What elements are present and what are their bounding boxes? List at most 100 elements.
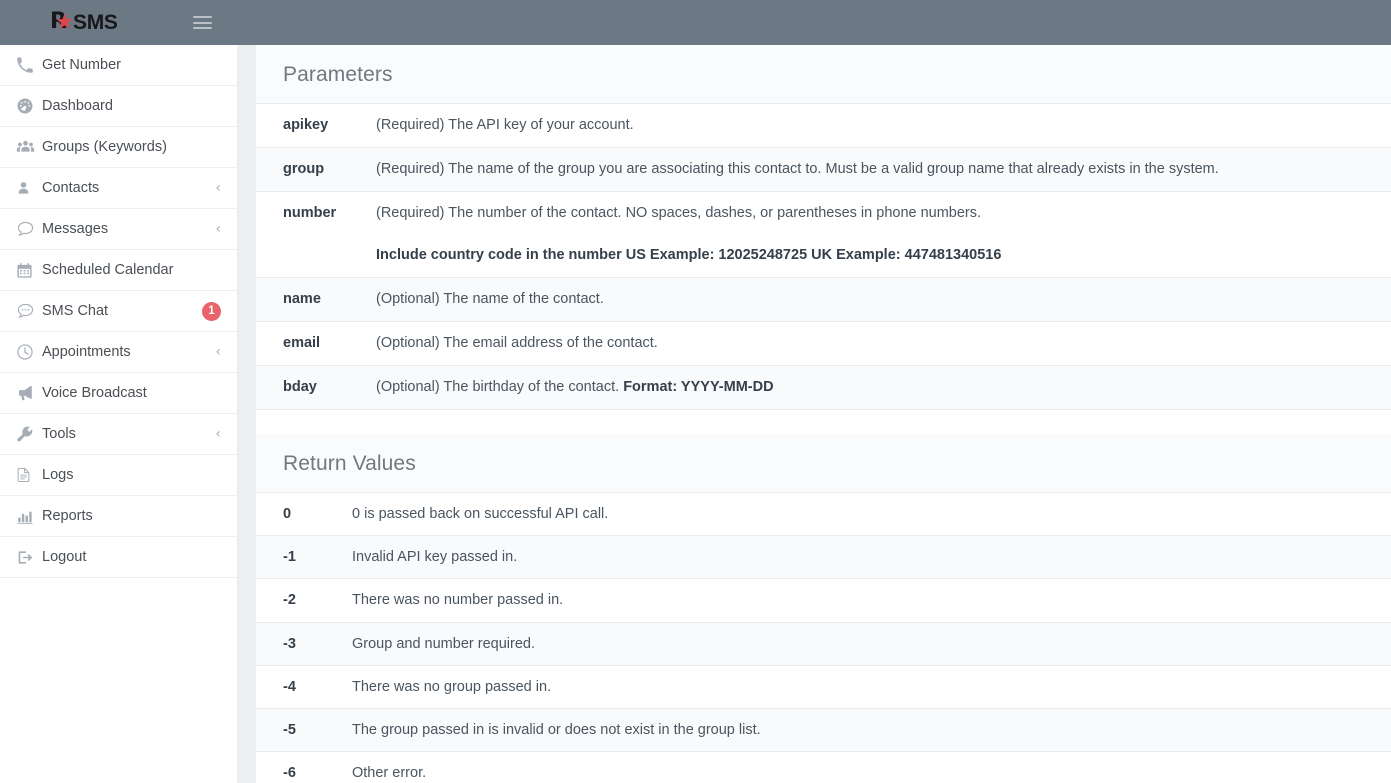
main-column: Parameters apikey (Required) The API key …: [237, 0, 1391, 783]
logout-icon: [16, 549, 42, 566]
menu-toggle-icon[interactable]: [193, 14, 212, 31]
return-value-description: There was no group passed in.: [352, 678, 552, 695]
sidebar-item-badge: 1: [202, 301, 221, 321]
return-value-code: -5: [283, 722, 296, 739]
return-value-code: -1: [283, 548, 296, 565]
return-value-description: The group passed in is invalid or does n…: [352, 722, 761, 739]
sidebar-item-label: Get Number: [42, 57, 121, 73]
sidebar-item-tools[interactable]: Tools ‹: [0, 414, 237, 455]
gauge-icon: [16, 97, 42, 115]
chevron-left-icon[interactable]: ‹: [215, 222, 221, 236]
parameter-row: email (Optional) The email address of the…: [256, 321, 1391, 366]
sidebar-item-messages[interactable]: Messages ‹: [0, 209, 237, 250]
sidebar: R ★ SMS Get Number Dashboard Groups (Keywo…: [0, 0, 237, 783]
users-icon: [16, 138, 42, 156]
sidebar-item-label: Contacts: [42, 180, 100, 196]
sidebar-item-label: Logout: [42, 549, 87, 565]
hamburger-line: [193, 16, 212, 18]
parameter-description-text: (Required) The number of the contact. NO…: [376, 205, 982, 222]
parameter-name: group: [283, 161, 325, 178]
sidebar-item-label: Tools: [42, 426, 76, 442]
sidebar-item-label: Reports: [42, 508, 93, 524]
return-value-code: 0: [283, 505, 292, 522]
return-value-code: -4: [283, 678, 296, 695]
sidebar-item-label: SMS Chat: [42, 303, 109, 319]
return-value-row: -1 Invalid API key passed in.: [256, 535, 1391, 579]
return-value-row: -4 There was no group passed in.: [256, 665, 1391, 709]
parameter-description: (Optional) The birthday of the contact. …: [376, 366, 1391, 410]
sidebar-item-logout[interactable]: Logout: [0, 537, 237, 578]
phone-icon: [16, 56, 42, 74]
chat-dots-icon: [16, 302, 42, 320]
sidebar-item-reports[interactable]: Reports: [0, 496, 237, 537]
sidebar-brand-bar: R ★ SMS: [0, 0, 237, 45]
return-value-row: -3 Group and number required.: [256, 622, 1391, 666]
parameter-name: email: [283, 335, 321, 352]
parameters-heading: Parameters: [256, 45, 1391, 103]
parameters-table: apikey (Required) The API key of your acc…: [256, 103, 1391, 434]
app-root: R ★ SMS Get Number Dashboard Groups (Keywo…: [0, 0, 1391, 783]
content-area: Parameters apikey (Required) The API key …: [237, 45, 1391, 783]
parameter-description: (Optional) The email address of the cont…: [376, 322, 1391, 366]
app-logo[interactable]: R ★ SMS: [50, 11, 118, 34]
sidebar-item-groups-keywords[interactable]: Groups (Keywords): [0, 127, 237, 168]
clock-icon: [16, 343, 42, 361]
return-value-description: Other error.: [352, 765, 427, 782]
return-value-description: Group and number required.: [352, 635, 535, 652]
parameter-description-text: (Required) The name of the group you are…: [376, 161, 1219, 178]
sidebar-item-voice-broadcast[interactable]: Voice Broadcast: [0, 373, 237, 414]
parameter-name: name: [283, 291, 321, 308]
sidebar-item-scheduled-calendar[interactable]: Scheduled Calendar: [0, 250, 237, 291]
sidebar-item-contacts[interactable]: Contacts ‹: [0, 168, 237, 209]
parameter-format-note: Format: YYYY-MM-DD: [623, 379, 774, 396]
parameter-row: number (Required) The number of the conta…: [256, 191, 1391, 278]
star-icon: ★: [56, 12, 73, 33]
return-value-description: 0 is passed back on successful API call.: [352, 505, 609, 522]
sidebar-item-logs[interactable]: Logs: [0, 455, 237, 496]
return-value-row: -6 Other error.: [256, 751, 1391, 783]
parameter-name: bday: [283, 379, 317, 396]
parameter-description: (Optional) The name of the contact.: [376, 278, 1391, 322]
return-values-table: 0 0 is passed back on successful API call…: [256, 492, 1391, 783]
sidebar-item-label: Groups (Keywords): [42, 139, 167, 155]
return-value-code: -3: [283, 635, 296, 652]
sidebar-item-label: Scheduled Calendar: [42, 262, 174, 278]
logo-r-star-icon: R ★: [50, 11, 73, 33]
return-value-code: -6: [283, 765, 296, 782]
sidebar-item-label: Logs: [42, 467, 74, 483]
return-value-description: There was no number passed in.: [352, 592, 564, 609]
chevron-left-icon[interactable]: ‹: [215, 427, 221, 441]
return-value-row: -5 The group passed in is invalid or does…: [256, 708, 1391, 752]
return-value-row: 0 0 is passed back on successful API call…: [256, 492, 1391, 536]
parameter-description: (Required) The number of the contact. NO…: [376, 192, 1391, 278]
sidebar-item-get-number[interactable]: Get Number: [0, 45, 237, 86]
parameter-description: (Required) The name of the group you are…: [376, 148, 1391, 192]
chevron-left-icon[interactable]: ‹: [215, 181, 221, 195]
parameter-name: apikey: [283, 117, 329, 133]
parameter-country-code-note: Include country code in the number US Ex…: [376, 247, 1002, 264]
calendar-icon: [16, 262, 42, 279]
top-bar: [237, 0, 1391, 45]
return-value-code: -2: [283, 592, 296, 609]
spacer-cell: [256, 410, 376, 434]
parameter-row: name (Optional) The name of the contact.: [256, 277, 1391, 322]
parameter-description-text: (Optional) The birthday of the contact.: [376, 379, 624, 396]
logo-text: SMS: [73, 11, 118, 34]
return-values-heading: Return Values: [256, 433, 1391, 492]
hamburger-line: [193, 27, 212, 29]
wrench-icon: [16, 425, 42, 443]
sidebar-item-sms-chat[interactable]: SMS Chat 1: [0, 291, 237, 332]
spacer-cell: [376, 410, 1391, 434]
return-value-description: Invalid API key passed in.: [352, 548, 518, 565]
hamburger-line: [193, 21, 212, 24]
document-icon: [16, 466, 42, 484]
parameter-description-text: (Required) The API key of your account.: [376, 117, 634, 133]
bar-chart-icon: [16, 508, 42, 525]
sidebar-item-dashboard[interactable]: Dashboard: [0, 86, 237, 127]
chevron-left-icon[interactable]: ‹: [215, 345, 221, 359]
parameter-row: apikey (Required) The API key of your acc…: [256, 103, 1391, 148]
sidebar-item-label: Voice Broadcast: [42, 385, 147, 401]
sidebar-item-appointments[interactable]: Appointments ‹: [0, 332, 237, 373]
user-icon: [16, 179, 42, 197]
api-doc-card: Parameters apikey (Required) The API key …: [256, 45, 1391, 783]
